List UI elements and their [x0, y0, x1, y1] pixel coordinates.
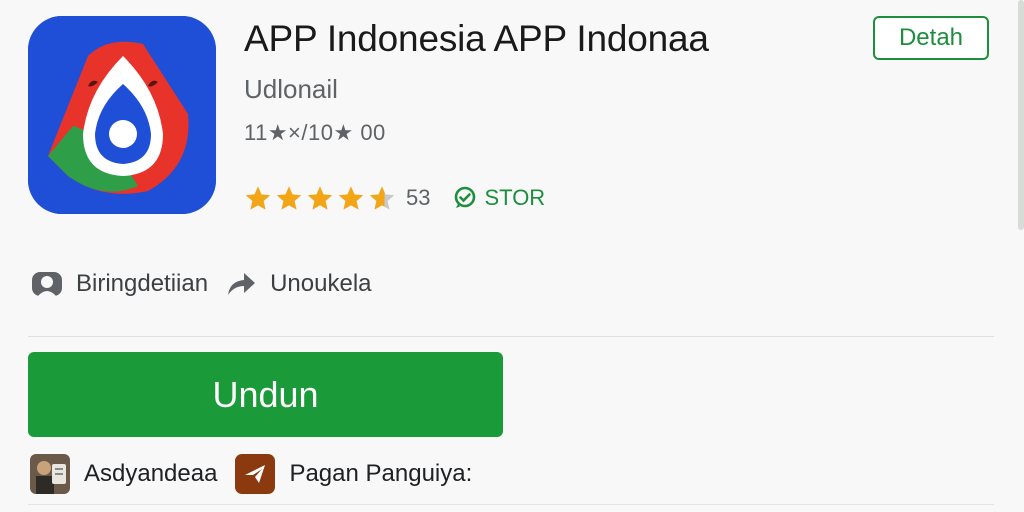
star-icon [338, 186, 364, 210]
app-logo-icon [28, 16, 216, 214]
bottom-item1-label: Asdyandeaa [84, 460, 218, 487]
bottom-item2-label: Pagan Panguiya: [289, 460, 473, 487]
app-logo-drop-icon [28, 16, 216, 214]
info-item2-label: Unoukela [270, 270, 372, 297]
info-item-share[interactable]: Unoukela [224, 269, 372, 299]
bottom-divider [28, 504, 994, 505]
info-row: Biringdetiian Unoukela [30, 266, 372, 302]
bottom-row: Asdyandeaa Pagan Panguiya: [30, 452, 472, 496]
rating-count: 53 [406, 185, 431, 210]
send-icon-box [235, 454, 276, 494]
store-label: STOR [484, 185, 546, 210]
send-icon [245, 465, 266, 483]
bottom-item-pagan[interactable]: Pagan Panguiya: [235, 454, 472, 494]
star-icon [276, 186, 302, 210]
detail-button[interactable]: Detah [873, 16, 989, 60]
rating-stars [244, 184, 396, 212]
store-badge[interactable]: STOR [452, 185, 545, 211]
share-arrow-icon [228, 273, 256, 295]
half-star-icon [369, 186, 395, 210]
app-title: APP Indonesia APP Indonaa [244, 18, 709, 59]
verified-check-icon [455, 186, 476, 208]
star-icon [245, 186, 271, 210]
section-divider [28, 336, 994, 337]
star-icon [307, 186, 333, 210]
app-meta: 11★×/10★ 00 [244, 120, 386, 145]
rating-row: 53 STOR [244, 180, 545, 216]
install-button[interactable]: Undun [28, 352, 503, 437]
developer-name[interactable]: Udlonail [244, 74, 338, 105]
scrollbar[interactable] [1018, 0, 1024, 230]
info-item-person[interactable]: Biringdetiian [30, 269, 208, 299]
bottom-item-avatar[interactable]: Asdyandeaa [30, 454, 217, 494]
person-icon [32, 272, 62, 296]
avatar [30, 454, 70, 494]
info-item1-label: Biringdetiian [76, 270, 209, 297]
